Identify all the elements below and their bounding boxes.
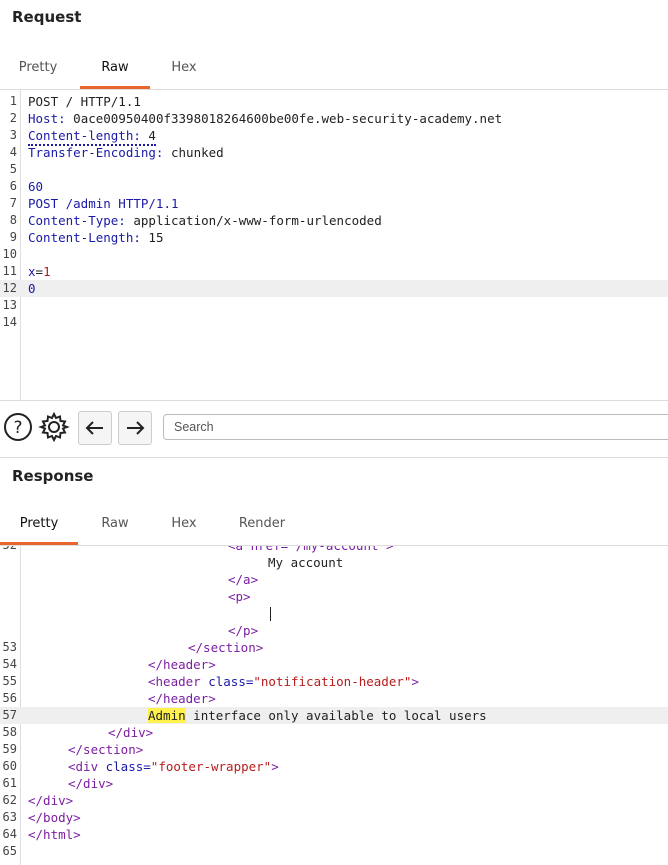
tab-request-pretty[interactable]: Pretty: [8, 49, 68, 86]
line-number: 52: [0, 546, 17, 554]
request-line: POST / HTTP/1.1: [28, 94, 141, 109]
section-close: </section>: [68, 742, 144, 757]
line-number: 55: [2, 674, 17, 688]
header-close: </header>: [148, 691, 216, 706]
line-number: 60: [2, 759, 17, 773]
request-tabs: Pretty Raw Hex: [0, 49, 668, 90]
link-close: </a>: [228, 572, 259, 587]
tag-end: >: [271, 759, 279, 774]
class-value: "notification-header": [253, 674, 412, 689]
search-input[interactable]: [163, 414, 668, 440]
line-number: 59: [2, 742, 17, 756]
line-number: 10: [2, 247, 17, 261]
p-open: <p>: [228, 589, 251, 604]
content-length-header-value: 4: [140, 128, 156, 143]
tab-response-render[interactable]: Render: [232, 505, 292, 542]
text-cursor: [270, 607, 271, 621]
help-icon[interactable]: ?: [2, 411, 34, 443]
line-number: 64: [2, 827, 17, 841]
response-tabs: Pretty Raw Hex Render: [0, 505, 668, 546]
tab-request-raw[interactable]: Raw: [80, 49, 150, 89]
transfer-encoding-header-name: Transfer-Encoding:: [28, 145, 164, 160]
class-attr: class=: [200, 674, 254, 689]
body-param-value: 1: [43, 264, 51, 279]
header-open: <header: [148, 674, 201, 689]
line-number: 4: [9, 145, 17, 159]
forward-button[interactable]: [118, 411, 152, 445]
body-param-key: x: [28, 264, 36, 279]
host-header-value: 0ace00950400f3398018264600be00fe.web-sec…: [65, 111, 503, 126]
tab-response-raw[interactable]: Raw: [92, 505, 138, 542]
line-number: 5: [9, 162, 17, 176]
my-account-link-open: <a href="/my-account">: [228, 546, 394, 554]
response-title: Response: [12, 467, 94, 485]
class-value: "footer-wrapper": [150, 759, 272, 774]
html-close: </html>: [28, 827, 81, 842]
line-number: 11: [2, 264, 17, 278]
line-number: 1: [9, 94, 17, 108]
line-number: 13: [2, 298, 17, 312]
line-number: 62: [2, 793, 17, 807]
body-close: </body>: [28, 810, 81, 825]
my-account-text: My account: [268, 555, 344, 570]
request-title: Request: [12, 8, 82, 26]
class-attr: class=: [98, 759, 151, 774]
chunk-terminator: 0: [28, 281, 36, 296]
tab-request-hex[interactable]: Hex: [160, 49, 208, 86]
line-number: 53: [2, 640, 17, 654]
back-button[interactable]: [78, 411, 112, 445]
section-close: </section>: [188, 640, 264, 655]
svg-text:?: ?: [13, 418, 22, 438]
tab-response-hex[interactable]: Hex: [160, 505, 208, 542]
header-close: </header>: [148, 657, 216, 672]
smuggled-content-length-value: 15: [140, 230, 164, 245]
admin-message-text: interface only available to local users: [185, 708, 487, 723]
line-number: 8: [9, 213, 17, 227]
arrow-left-icon: [85, 421, 103, 435]
div-close: </div>: [108, 725, 154, 740]
tab-response-pretty[interactable]: Pretty: [0, 505, 78, 545]
div-close: </div>: [28, 793, 74, 808]
div-close: </div>: [68, 776, 114, 791]
line-number: 6: [9, 179, 17, 193]
line-number: 2: [9, 111, 17, 125]
p-close: </p>: [228, 623, 259, 638]
tag-end: >: [411, 674, 419, 689]
smuggled-request-line: POST /admin HTTP/1.1: [28, 196, 179, 211]
line-number: 9: [9, 230, 17, 244]
line-number: 57: [2, 708, 17, 722]
transfer-encoding-header-value: chunked: [163, 145, 224, 160]
arrow-right-icon: [127, 421, 145, 435]
gear-icon[interactable]: [38, 411, 70, 443]
line-number: 63: [2, 810, 17, 824]
body-param-eq: =: [35, 264, 44, 279]
smuggled-content-length-name: Content-Length:: [28, 230, 141, 245]
content-type-header-value: application/x-www-form-urlencoded: [125, 213, 382, 228]
content-type-header-name: Content-Type:: [28, 213, 126, 228]
line-number: 56: [2, 691, 17, 705]
host-header-name: Host:: [28, 111, 66, 126]
line-number: 54: [2, 657, 17, 671]
line-number: 58: [2, 725, 17, 739]
line-number: 7: [9, 196, 17, 210]
line-number: 12: [2, 281, 17, 295]
div-open: <div: [68, 759, 99, 774]
search-match-highlight: Admin: [148, 708, 186, 723]
line-number: 61: [2, 776, 17, 790]
request-editor[interactable]: 1 POST / HTTP/1.1 2 Host: 0ace00950400f339…: [0, 90, 668, 400]
chunk-size: 60: [28, 179, 44, 194]
content-length-header-name: Content-length:: [28, 128, 141, 143]
response-editor[interactable]: 52 <a href="/my-account"> My account </a>…: [0, 546, 668, 865]
line-number: 65: [2, 844, 17, 858]
line-number: 3: [9, 128, 17, 142]
line-number: 14: [2, 315, 17, 329]
